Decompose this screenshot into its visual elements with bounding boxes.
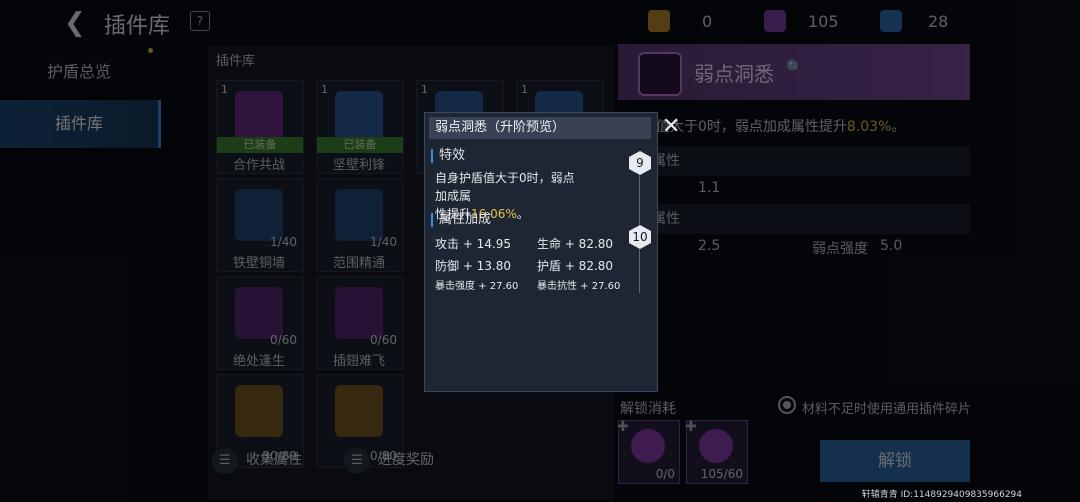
weak-point-label: 弱点强度 — [812, 241, 868, 257]
blue-card-icon — [880, 10, 902, 32]
notification-dot — [148, 48, 153, 53]
plugin-icon — [235, 91, 283, 143]
card-num: 1 — [221, 83, 228, 96]
effect-value: 8.03% — [846, 119, 892, 135]
gold-card-icon — [648, 10, 670, 32]
equipped-badge: 已装备 — [317, 137, 403, 153]
plugin-icon — [235, 385, 283, 437]
progress-label: 进度奖励 — [378, 452, 434, 468]
shield-stat: 护盾 + 82.80 — [537, 259, 614, 273]
level-line — [639, 175, 640, 225]
equipped-badge: 已装备 — [217, 137, 303, 153]
detail-header: 弱点洞悉 🔍 — [618, 44, 970, 100]
card-count: 0/60 — [270, 333, 297, 347]
top-bar: ❮ 插件库 ? 0 105 28 — [0, 0, 1080, 44]
detail-title: 弱点洞悉 — [694, 62, 774, 86]
grid-label: 插件库 — [216, 54, 256, 69]
effect-suffix: 。 — [516, 207, 529, 221]
nav-shield-overview[interactable]: 护盾总览 — [0, 48, 158, 96]
purple-card-icon — [764, 10, 786, 32]
card-count: 1/40 — [370, 235, 397, 249]
attr-section-header: 属性加成 — [431, 213, 491, 227]
card-count: 0/60 — [370, 333, 397, 347]
plugin-fragment-icon — [699, 429, 733, 463]
progress-reward-button[interactable]: ☰ 进度奖励 — [344, 448, 434, 474]
popup-title: 弱点洞悉（升阶预览） — [429, 117, 651, 139]
page-title: 插件库 — [104, 14, 171, 39]
nav-plugin-library[interactable]: 插件库 — [0, 100, 161, 148]
effect-text: 值大于0时，弱点加成属性提升 — [656, 119, 847, 135]
upgrade-preview-popup: 弱点洞悉（升阶预览） 特效 自身护盾值大于0时，弱点加成属 性提升16.06%。… — [424, 112, 658, 392]
collect-label: 收集属性 — [246, 452, 302, 468]
plugin-icon — [335, 189, 383, 241]
stat-value: 2.5 — [698, 238, 721, 254]
purple-card-count: 105 — [808, 12, 839, 31]
plugin-icon — [638, 52, 682, 96]
unlock-cost-label: 解锁消耗 — [620, 401, 676, 417]
puzzle-icon: ✚ — [685, 419, 697, 435]
list-icon: ☰ — [212, 448, 238, 474]
level-to-badge: 10 — [629, 225, 651, 249]
stat-value: 1.1 — [698, 180, 721, 196]
unlock-button[interactable]: 解锁 — [820, 440, 970, 482]
plugin-icon — [235, 189, 283, 241]
effect-line1: 自身护盾值大于0时，弱点加成属 — [435, 171, 575, 203]
effect-suffix: 。 — [891, 119, 906, 135]
collect-attributes-button[interactable]: ☰ 收集属性 — [212, 448, 302, 474]
card-name: 合作共战 — [232, 158, 285, 173]
crit-power-stat: 暴击强度 + 27.60 — [435, 281, 519, 292]
help-icon[interactable]: ? — [190, 11, 210, 31]
watermark: 轩辕青青 ID:1148929409835966294 — [861, 490, 1022, 500]
card-num: 1 — [521, 83, 528, 96]
plugin-icon — [335, 385, 383, 437]
material-count: 0/0 — [655, 467, 675, 481]
defense-stat: 防御 + 13.80 — [435, 259, 512, 273]
plugin-fragment-icon — [631, 429, 665, 463]
use-fragments-label: 材料不足时使用通用插件碎片 — [802, 402, 972, 417]
crit-resist-stat: 暴击抗性 + 27.60 — [537, 281, 621, 292]
material-count: 105/60 — [700, 467, 743, 481]
plugin-icon — [335, 91, 383, 143]
card-num: 1 — [321, 83, 328, 96]
life-stat: 生命 + 82.80 — [537, 237, 614, 251]
back-arrow-icon[interactable]: ❮ — [64, 8, 86, 38]
plugin-icon — [335, 287, 383, 339]
close-icon[interactable]: ✕ — [662, 114, 680, 139]
attack-stat: 攻击 + 14.95 — [435, 237, 512, 251]
puzzle-icon: ✚ — [617, 419, 629, 435]
card-name: 范围精通 — [332, 256, 385, 271]
detail-effect: 值大于0时，弱点加成属性提升8.03%。 — [656, 116, 905, 136]
use-fragments-radio[interactable] — [778, 396, 796, 414]
card-name: 铁壁铜墙 — [232, 256, 285, 271]
card-count: 1/40 — [270, 235, 297, 249]
weak-point-value: 5.0 — [880, 238, 903, 254]
search-icon[interactable]: 🔍 — [786, 60, 803, 76]
blue-card-count: 28 — [928, 12, 949, 31]
level-line — [639, 249, 640, 293]
card-name: 插翅难飞 — [332, 354, 385, 369]
plugin-icon — [235, 287, 283, 339]
card-num: 1 — [421, 83, 428, 96]
material-slot[interactable]: ✚ 0/0 — [617, 419, 680, 484]
level-from-badge: 9 — [629, 151, 651, 175]
gold-card-count: 0 — [702, 12, 713, 31]
card-name: 绝处逢生 — [232, 354, 285, 369]
card-name: 坚壁利锋 — [332, 158, 385, 173]
list-icon: ☰ — [344, 448, 370, 474]
effect-section-header: 特效 — [431, 149, 465, 163]
material-slot[interactable]: ✚ 105/60 — [685, 419, 748, 484]
